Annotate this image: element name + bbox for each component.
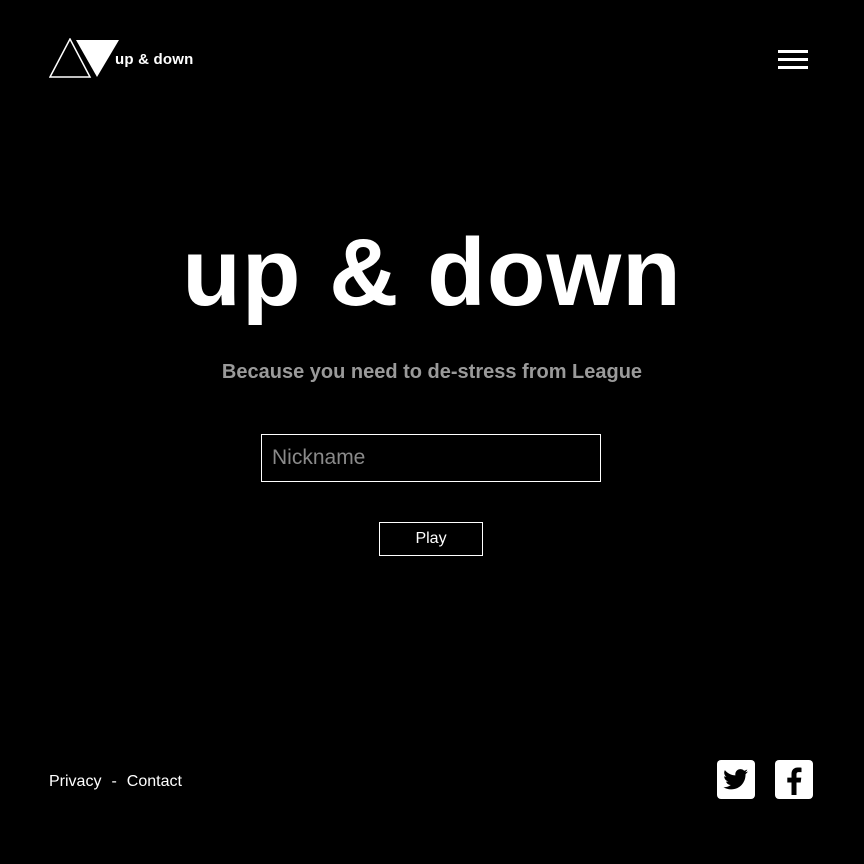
tagline: Because you need to de-stress from Leagu… [221,361,643,383]
nickname-input[interactable] [261,434,601,482]
page: up & down up & down Because you need to … [0,0,864,864]
play-button[interactable]: Play [379,522,483,556]
logo-link[interactable]: up & down [49,38,193,78]
logo-text: up & down [115,50,194,68]
twitter-icon[interactable] [717,760,755,799]
facebook-icon[interactable] [775,760,813,799]
footer-links: Privacy - Contact [49,772,182,792]
hamburger-menu-icon[interactable] [774,46,812,74]
contact-link[interactable]: Contact [127,772,182,792]
privacy-link[interactable]: Privacy [49,772,101,792]
hero-title: up & down [182,219,682,326]
footer-separator: - [111,773,117,790]
logo-triangles-icon [49,38,119,78]
